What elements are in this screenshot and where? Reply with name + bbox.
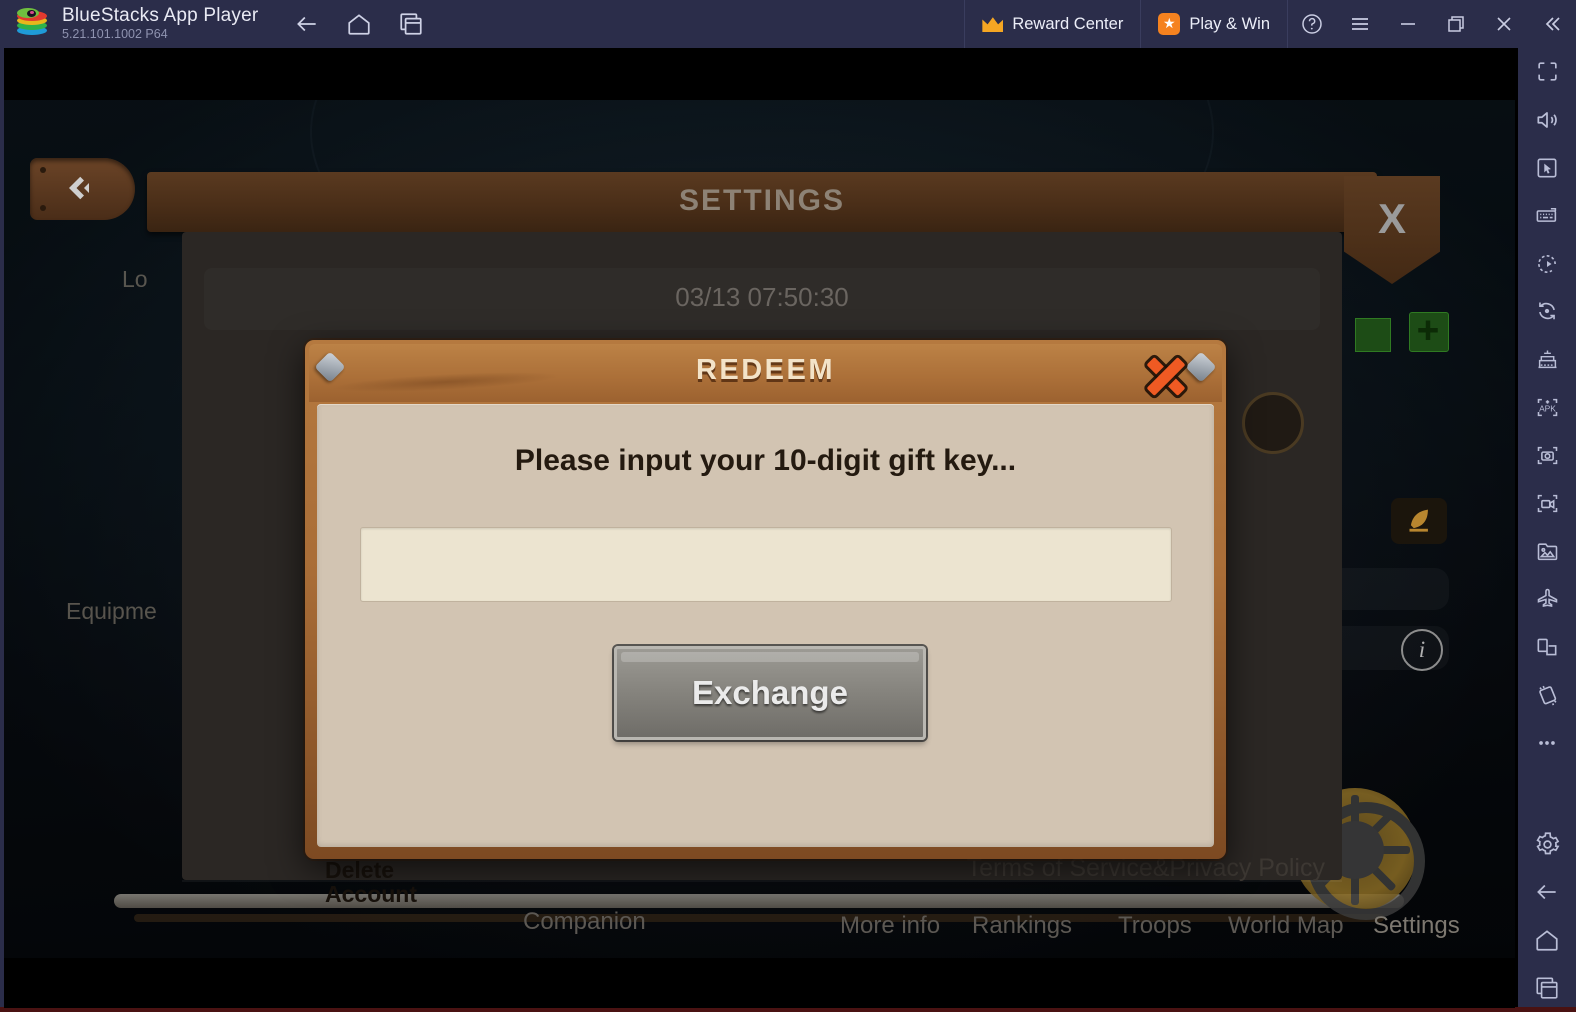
nav-rankings[interactable]: Rankings [972,912,1072,940]
fullscreen-icon[interactable] [1518,48,1576,96]
plus-icon [1418,320,1438,340]
settings-panel-header: SETTINGS [147,172,1377,232]
multi-instance-icon[interactable] [396,9,426,39]
back-icon[interactable] [292,9,322,39]
game-back-arrow-icon [69,176,89,200]
star-badge-icon [1158,12,1181,35]
game-viewport: Lo Equipme ,026 0 i Comp [4,48,1515,1008]
settings-option-circle[interactable] [1242,392,1304,454]
gift-key-prompt: Please input your 10-digit gift key... [514,444,1017,477]
restore-window-icon[interactable] [1432,0,1480,48]
settings-close-label: X [1377,195,1406,242]
macro-recorder-icon[interactable] [1518,240,1576,288]
game-back-button[interactable] [30,158,135,220]
recent-apps-icon[interactable] [1518,964,1576,1012]
app-version: 5.21.101.1002 P64 [62,27,168,42]
help-circle-icon[interactable] [1288,0,1336,48]
close-x-icon[interactable] [1142,354,1190,398]
nav-troops[interactable]: Troops [1118,912,1192,940]
exchange-button-label: Exchange [692,674,848,711]
cursor-select-icon[interactable] [1518,144,1576,192]
bluestacks-window: BlueStacks App Player 5.21.101.1002 P64 … [0,0,1576,1012]
titlebar: BlueStacks App Player 5.21.101.1002 P64 … [0,0,1576,48]
redeem-dialog-title: REDEEM [695,354,836,386]
settings-timestamp: 03/13 07:50:30 [675,282,849,312]
game-bottom-nav: Companion More info Rankings Troops Worl… [4,904,1515,964]
close-icon[interactable] [1480,0,1528,48]
nav-world-map[interactable]: World Map [1228,912,1344,940]
shake-icon[interactable] [1518,671,1576,719]
play-and-win-label: Play & Win [1189,14,1270,33]
quill-icon [1409,509,1428,532]
minimize-icon[interactable] [1384,0,1432,48]
keyboard-controls-icon[interactable] [1518,192,1576,240]
rotate-icon[interactable] [1518,288,1576,336]
letterbox-bottom [4,958,1515,1008]
gift-key-input[interactable] [360,527,1172,602]
titlebar-nav [292,9,426,39]
pip-mode-icon[interactable] [1518,623,1576,671]
screenshot-icon[interactable] [1518,431,1576,479]
back-icon[interactable] [1518,868,1576,916]
more-options-icon[interactable] [1518,719,1576,767]
nav-companion[interactable]: Companion [523,908,646,936]
redeem-dialog: REDEEM Please input your 10-digit gift k… [305,340,1226,859]
settings-gear-icon[interactable] [1518,820,1576,868]
reward-center-label: Reward Center [1012,14,1124,33]
reward-center-button[interactable]: Reward Center [964,0,1140,48]
hamburger-menu-icon[interactable] [1336,0,1384,48]
info-circle-icon[interactable]: i [1401,629,1443,671]
redeem-dialog-body: Please input your 10-digit gift key... E… [317,404,1214,847]
nav-settings[interactable]: Settings [1373,912,1460,940]
letterbox-top [4,48,1515,100]
exchange-button[interactable]: Exchange [614,646,926,740]
background-label-location: Lo [122,266,148,292]
bluestacks-logo-icon [14,6,50,42]
install-apk-icon[interactable]: APK [1518,383,1576,431]
hud-add-button[interactable] [1409,312,1449,352]
app-title-block: BlueStacks App Player 5.21.101.1002 P64 [62,6,258,41]
media-manager-icon[interactable] [1518,527,1576,575]
bluestacks-sidebar: APK [1518,48,1576,1012]
multi-instance-manager-icon[interactable] [1518,335,1576,383]
delete-account-line-1: Delete [325,857,395,883]
crown-icon [982,16,1003,32]
home-icon[interactable] [344,9,374,39]
delete-account-link[interactable]: Delete Account [325,858,417,906]
background-label-equipment: Equipme [66,598,157,624]
double-chevron-left-icon[interactable] [1528,0,1576,48]
nav-more-info[interactable]: More info [840,912,940,940]
play-and-win-button[interactable]: Play & Win [1140,0,1288,48]
titlebar-right-controls: Reward Center Play & Win [964,0,1576,48]
volume-icon[interactable] [1518,96,1576,144]
svg-text:APK: APK [1539,403,1556,413]
delete-account-line-2: Account [325,881,417,908]
home-icon[interactable] [1518,916,1576,964]
screen-record-icon[interactable] [1518,479,1576,527]
app-title: BlueStacks App Player [62,5,259,27]
settings-panel-title: SETTINGS [678,184,845,217]
airplane-eco-mode-icon[interactable] [1518,575,1576,623]
hud-quill-button[interactable] [1391,498,1447,544]
